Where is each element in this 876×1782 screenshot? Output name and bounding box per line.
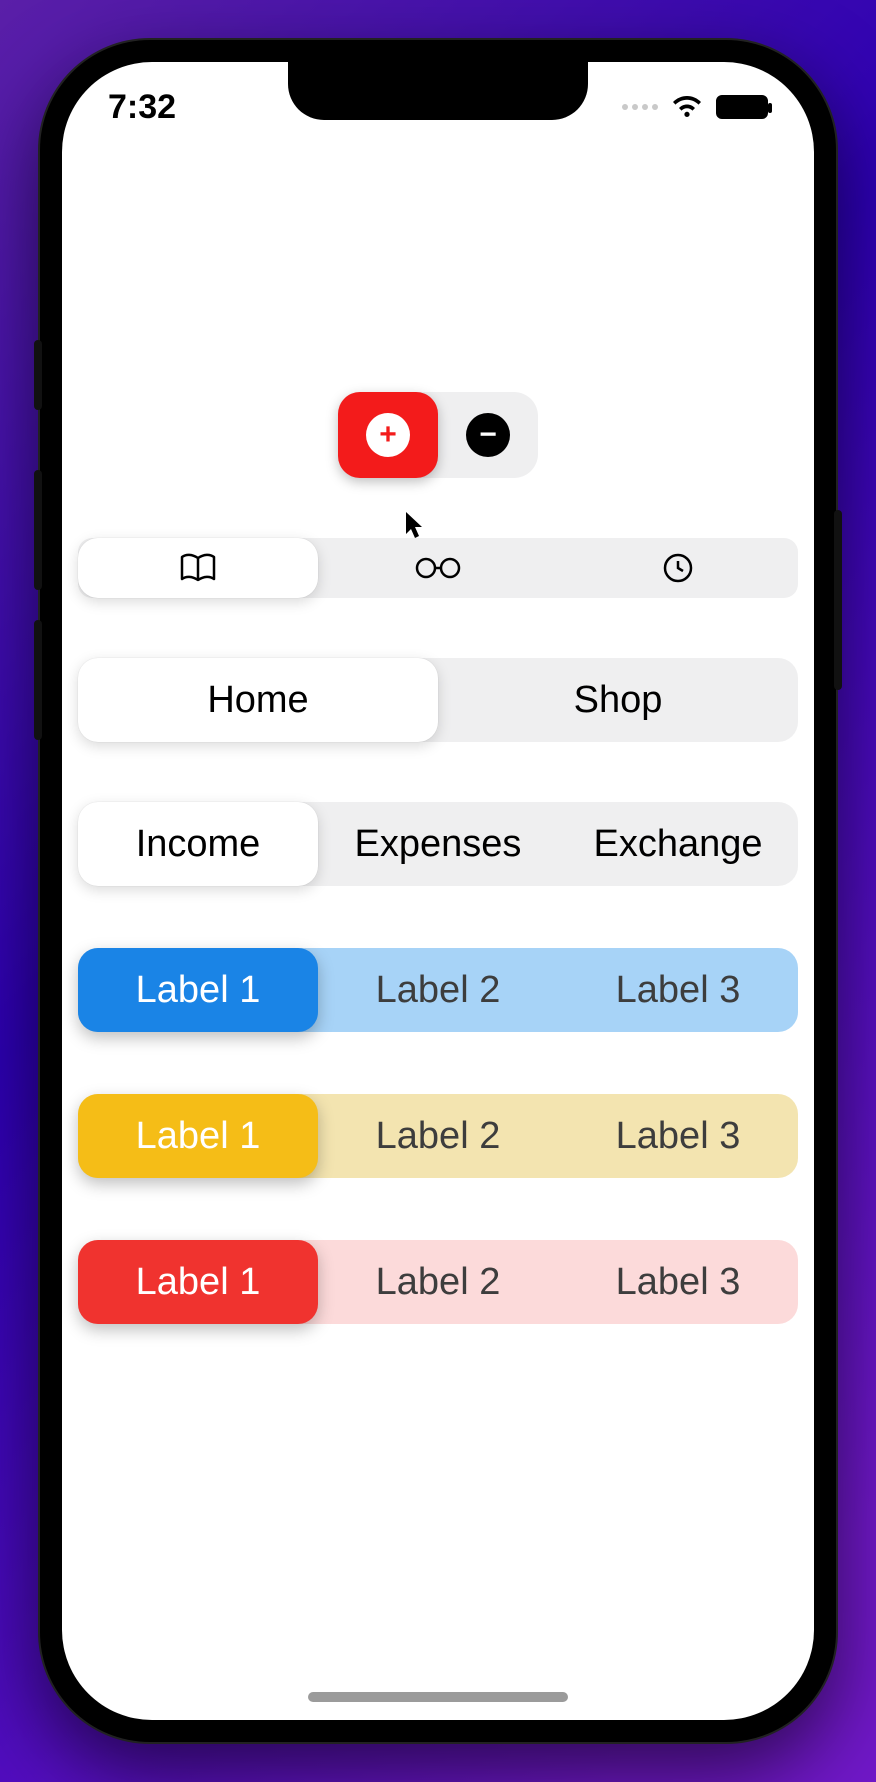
tab-label: Label 1 bbox=[136, 969, 261, 1012]
tab-income[interactable]: Income bbox=[78, 802, 318, 886]
tab-shop[interactable]: Shop bbox=[438, 658, 798, 742]
tab-label-1[interactable]: Label 1 bbox=[78, 1240, 318, 1324]
tab-label-1[interactable]: Label 1 bbox=[78, 1094, 318, 1178]
tab-exchange[interactable]: Exchange bbox=[558, 802, 798, 886]
tab-label: Label 1 bbox=[136, 1115, 261, 1158]
tab-clock[interactable] bbox=[558, 538, 798, 598]
tab-label: Label 2 bbox=[376, 969, 501, 1012]
tab-label: Label 2 bbox=[376, 1115, 501, 1158]
finance-tabs: Income Expenses Exchange bbox=[78, 802, 798, 886]
tab-label: Label 3 bbox=[616, 1261, 741, 1304]
red-tabs: Label 1 Label 2 Label 3 bbox=[78, 1240, 798, 1324]
side-button bbox=[834, 510, 842, 690]
tab-label-2[interactable]: Label 2 bbox=[318, 948, 558, 1032]
tab-label: Shop bbox=[574, 679, 663, 722]
tab-label-3[interactable]: Label 3 bbox=[558, 1094, 798, 1178]
plus-button[interactable]: + bbox=[338, 392, 438, 478]
side-button bbox=[34, 620, 42, 740]
tab-label-2[interactable]: Label 2 bbox=[318, 1094, 558, 1178]
tab-glasses[interactable] bbox=[318, 538, 558, 598]
blue-tabs: Label 1 Label 2 Label 3 bbox=[78, 948, 798, 1032]
plus-icon: + bbox=[366, 413, 410, 457]
tab-book[interactable] bbox=[78, 538, 318, 598]
plus-minus-toggle: + − bbox=[338, 392, 538, 478]
tab-label: Expenses bbox=[355, 823, 522, 866]
minus-button[interactable]: − bbox=[438, 392, 538, 478]
book-icon bbox=[178, 551, 218, 585]
notch bbox=[288, 62, 588, 120]
phone-frame: 7:32 + − bbox=[40, 40, 836, 1742]
tab-label-3[interactable]: Label 3 bbox=[558, 1240, 798, 1324]
glasses-icon bbox=[411, 556, 465, 580]
tab-label-2[interactable]: Label 2 bbox=[318, 1240, 558, 1324]
tab-label: Label 3 bbox=[616, 969, 741, 1012]
tab-label: Label 1 bbox=[136, 1261, 261, 1304]
yellow-tabs: Label 1 Label 2 Label 3 bbox=[78, 1094, 798, 1178]
tab-label: Income bbox=[136, 823, 261, 866]
tab-label: Home bbox=[207, 679, 308, 722]
tab-home[interactable]: Home bbox=[78, 658, 438, 742]
side-button bbox=[34, 340, 42, 410]
tab-label: Exchange bbox=[593, 823, 762, 866]
minus-icon: − bbox=[466, 413, 510, 457]
tab-label-3[interactable]: Label 3 bbox=[558, 948, 798, 1032]
icon-tabs bbox=[78, 538, 798, 598]
content: + − bbox=[62, 62, 814, 1720]
home-indicator[interactable] bbox=[308, 1692, 568, 1702]
nav-tabs: Home Shop bbox=[78, 658, 798, 742]
screen: 7:32 + − bbox=[62, 62, 814, 1720]
side-button bbox=[34, 470, 42, 590]
tab-label: Label 3 bbox=[616, 1115, 741, 1158]
clock-icon bbox=[662, 552, 694, 584]
tab-label: Label 2 bbox=[376, 1261, 501, 1304]
tab-label-1[interactable]: Label 1 bbox=[78, 948, 318, 1032]
tab-expenses[interactable]: Expenses bbox=[318, 802, 558, 886]
